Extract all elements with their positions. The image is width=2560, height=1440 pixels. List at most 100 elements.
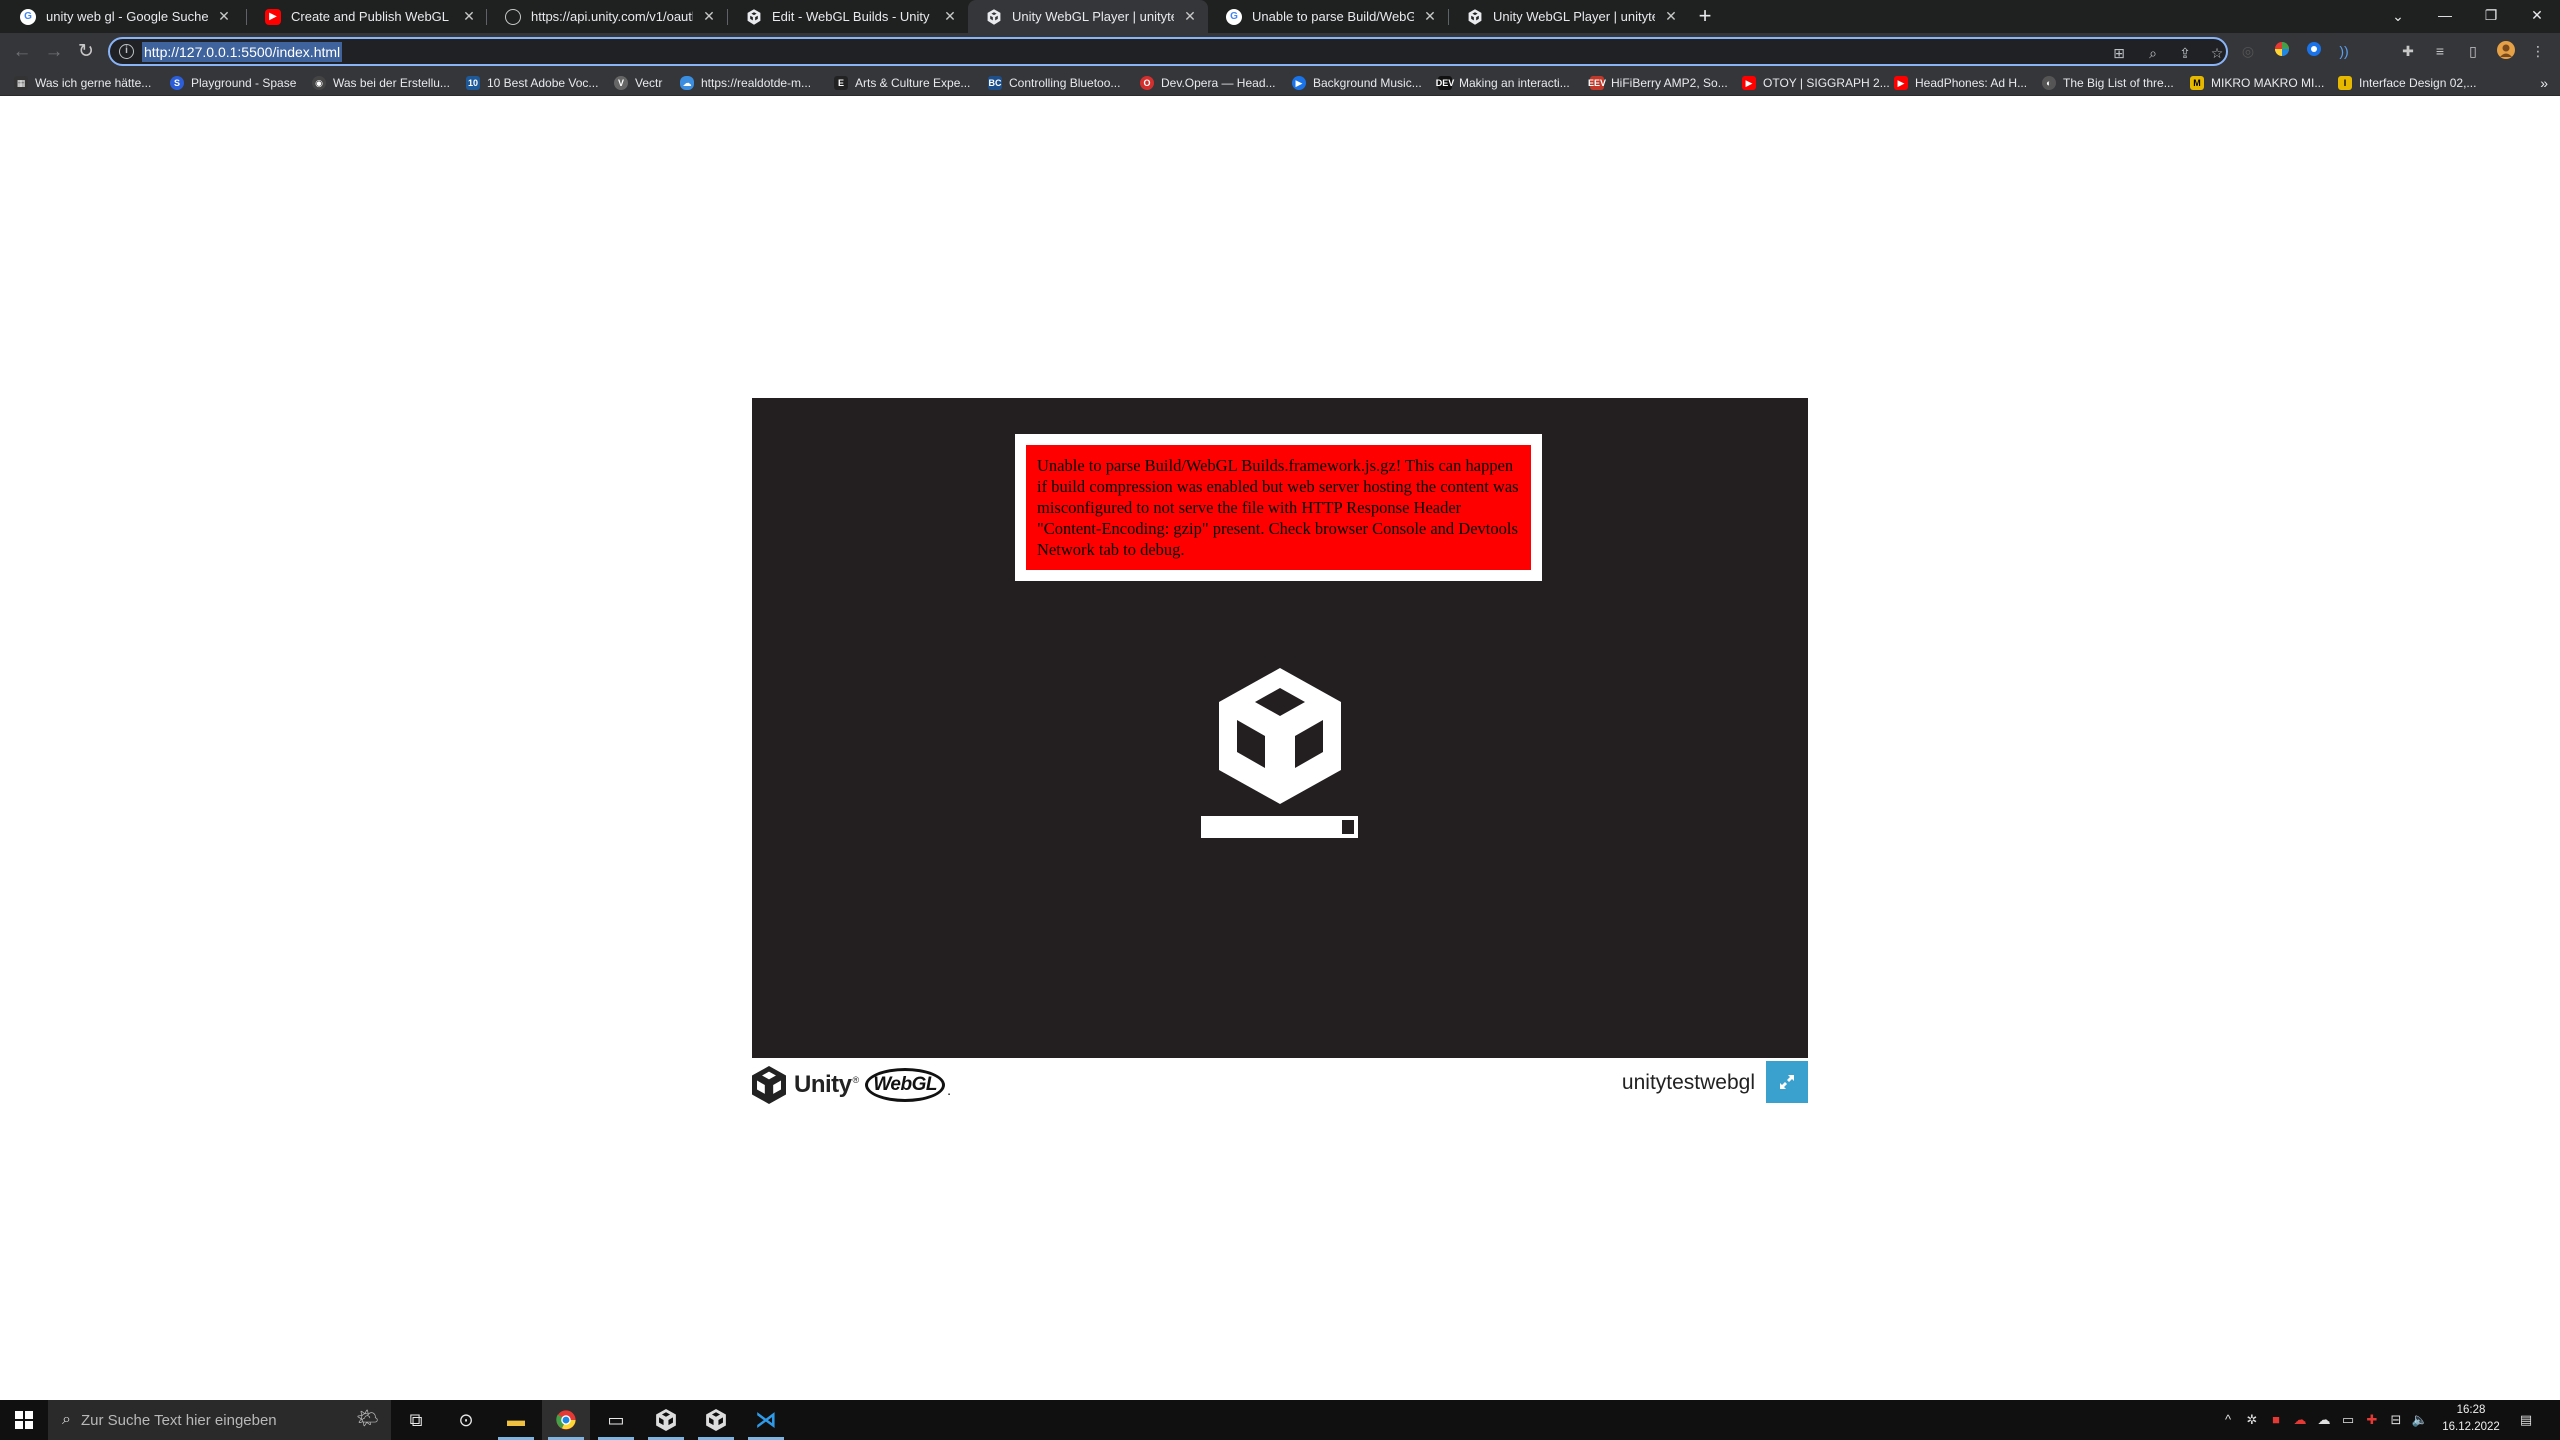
bookmark-label: The Big List of thre... <box>2063 76 2174 90</box>
task-view-icon[interactable]: ⧉ <box>392 1400 440 1440</box>
bookmark-item[interactable]: V Vectr <box>614 70 662 96</box>
bookmark-item[interactable]: S Playground - Spase <box>170 70 296 96</box>
unity-icon <box>746 8 762 25</box>
bookmark-item[interactable]: BC Controlling Bluetoo... <box>988 70 1120 96</box>
tab-google-search[interactable]: G unity web gl - Google Suche ✕ <box>2 0 242 33</box>
audio-extension-icon[interactable]: )) <box>2334 41 2354 61</box>
spase-icon: S <box>170 76 184 90</box>
bookmark-item[interactable]: ▶ Background Music... <box>1292 70 1422 96</box>
bookmark-item[interactable]: I Interface Design 02,... <box>2338 70 2476 96</box>
bookmark-item[interactable]: ▶ OTOY | SIGGRAPH 2... <box>1742 70 1890 96</box>
close-tab-icon[interactable]: ✕ <box>1182 8 1198 25</box>
tab-edit-webgl-builds[interactable]: Edit - WebGL Builds - Unity Play ✕ <box>728 0 968 33</box>
close-tab-icon[interactable]: ✕ <box>942 8 958 25</box>
webgl-wordmark: WebGL <box>865 1068 946 1102</box>
bookmark-label: Playground - Spase <box>191 76 297 90</box>
system-clock[interactable]: 16:28 16.12.2022 <box>2440 1402 2502 1436</box>
tab-unity-webgl-player[interactable]: Unity WebGL Player | unitytestwe ✕ <box>1449 0 1689 33</box>
app-window-icon[interactable]: ▭ <box>592 1400 640 1440</box>
zoom-icon[interactable]: ⌕ <box>2144 44 2162 62</box>
bookmark-star-icon[interactable]: ☆ <box>2208 44 2226 62</box>
profile-avatar-icon[interactable] <box>2496 41 2516 61</box>
onedrive-icon[interactable]: ☁ <box>2314 1410 2334 1430</box>
vscode-icon[interactable]: ⋊ <box>742 1400 790 1440</box>
unity-canvas-container[interactable]: Unable to parse Build/WebGL Builds.frame… <box>752 398 1808 1058</box>
extension-icon[interactable]: ◎ <box>2238 41 2258 61</box>
close-tab-icon[interactable]: ✕ <box>1663 8 1679 25</box>
share-icon[interactable]: ⇪ <box>2176 44 2194 62</box>
start-button[interactable] <box>0 1400 48 1440</box>
unity-icon <box>986 8 1002 25</box>
bookmark-item[interactable]: 10 10 Best Adobe Voc... <box>466 70 598 96</box>
bookmark-label: Dev.Opera — Head... <box>1161 76 1276 90</box>
more-bookmarks-icon[interactable]: » <box>2540 70 2548 96</box>
taskbar-search-box[interactable]: ⌕ Zur Suche Text hier eingeben 🌤 <box>48 1400 391 1440</box>
tab-search-icon[interactable]: ⌄ <box>2386 4 2410 28</box>
tab-unity-webgl-player-active[interactable]: Unity WebGL Player | unitytestwe ✕ <box>968 0 1208 33</box>
forward-arrow-icon[interactable]: → <box>40 38 68 66</box>
address-bar[interactable]: i http://127.0.0.1:5500/index.html ⊞ ⌕ ⇪… <box>108 37 2228 66</box>
restore-icon[interactable]: ❐ <box>2468 0 2514 33</box>
bookmark-item[interactable]: ▶ HeadPhones: Ad H... <box>1894 70 2027 96</box>
file-explorer-icon[interactable]: ▬ <box>492 1400 540 1440</box>
bookmark-item[interactable]: O Dev.Opera — Head... <box>1140 70 1276 96</box>
tray-app-icon[interactable]: ✲ <box>2242 1410 2262 1430</box>
unity-warning-text: Unable to parse Build/WebGL Builds.frame… <box>1026 445 1531 570</box>
bookmark-item[interactable]: E Arts & Culture Expe... <box>834 70 970 96</box>
fullscreen-button[interactable] <box>1766 1061 1808 1103</box>
close-tab-icon[interactable]: ✕ <box>461 8 477 25</box>
bookmark-label: Making an interacti... <box>1459 76 1570 90</box>
tab-api-oauth[interactable]: https://api.unity.com/v1/oauth2/ ✕ <box>487 0 727 33</box>
bookmark-item[interactable]: DEV Making an interacti... <box>1436 70 1570 96</box>
extensions-puzzle-icon[interactable]: ✚ <box>2398 41 2418 61</box>
windows-logo-icon <box>15 1411 33 1429</box>
color-picker-extension-icon[interactable] <box>2272 41 2292 61</box>
network-icon[interactable]: ⊟ <box>2386 1410 2406 1430</box>
unity-hub-icon[interactable] <box>642 1400 690 1440</box>
bookmark-site-icon: 10 <box>466 76 480 90</box>
unity-footer: Unity ® WebGL . unitytestwebgl <box>752 1060 1808 1110</box>
new-tab-button[interactable]: + <box>1693 4 1717 28</box>
tab-unable-to-parse-search[interactable]: G Unable to parse Build/WebGL Bu ✕ <box>1208 0 1448 33</box>
bookmark-item[interactable]: EEV HiFiBerry AMP2, So... <box>1588 70 1728 96</box>
close-tab-icon[interactable]: ✕ <box>1422 8 1438 25</box>
tray-cloud-sync-icon[interactable]: ☁ <box>2290 1410 2310 1430</box>
url-text[interactable]: http://127.0.0.1:5500/index.html <box>142 42 343 62</box>
volume-icon[interactable]: 🔈 <box>2410 1410 2430 1430</box>
battery-icon[interactable]: ▭ <box>2338 1410 2358 1430</box>
bookmark-site-icon: BC <box>988 76 1002 90</box>
translate-icon[interactable]: ⊞ <box>2110 44 2128 62</box>
close-tab-icon[interactable]: ✕ <box>701 8 717 25</box>
close-window-icon[interactable]: ✕ <box>2514 0 2560 33</box>
tab-youtube-webgl[interactable]: ▶ Create and Publish WebGL Builds ✕ <box>247 0 487 33</box>
reload-icon[interactable]: ↻ <box>72 38 100 66</box>
close-tab-icon[interactable]: ✕ <box>216 8 232 25</box>
bookmark-item[interactable]: ☁ https://realdotde-m... <box>680 70 811 96</box>
bookmark-item[interactable]: ◐ The Big List of thre... <box>2042 70 2174 96</box>
unity-editor-icon[interactable] <box>692 1400 740 1440</box>
back-arrow-icon[interactable]: ← <box>8 38 36 66</box>
bookmark-item[interactable]: ◉ Was bei der Erstellu... <box>312 70 450 96</box>
bookmark-item[interactable]: M MIKRO MAKRO MI... <box>2190 70 2324 96</box>
extension-blue-icon[interactable] <box>2304 41 2324 61</box>
side-panel-icon[interactable]: ▯ <box>2463 41 2483 61</box>
bookmark-label: https://realdotde-m... <box>701 76 812 90</box>
tray-red-app-icon[interactable]: ■ <box>2266 1410 2286 1430</box>
tray-chevron-icon[interactable]: ^ <box>2218 1410 2238 1430</box>
notification-icon[interactable]: ▤ <box>2516 1410 2536 1430</box>
tab-title: https://api.unity.com/v1/oauth2/ <box>531 9 693 24</box>
bookmark-item[interactable]: ▦ Was ich gerne hätte... <box>14 70 151 96</box>
tray-app-icon[interactable]: ✚ <box>2362 1410 2382 1430</box>
bookmark-label: MIKRO MAKRO MI... <box>2211 76 2325 90</box>
tab-title: Unity WebGL Player | unitytestwe <box>1012 9 1174 24</box>
chrome-icon[interactable] <box>542 1400 590 1440</box>
youtube-icon: ▶ <box>1894 76 1908 90</box>
app-icon[interactable]: ⊙ <box>442 1400 490 1440</box>
unity-warning-banner: Unable to parse Build/WebGL Builds.frame… <box>1015 434 1542 581</box>
reading-list-icon[interactable]: ≡ <box>2430 41 2450 61</box>
eye-icon: ◉ <box>312 76 326 90</box>
bookmark-site-icon: E <box>834 76 848 90</box>
site-info-icon[interactable]: i <box>119 44 134 59</box>
minimize-icon[interactable]: — <box>2422 0 2468 33</box>
menu-kebab-icon[interactable]: ⋮ <box>2528 41 2548 61</box>
